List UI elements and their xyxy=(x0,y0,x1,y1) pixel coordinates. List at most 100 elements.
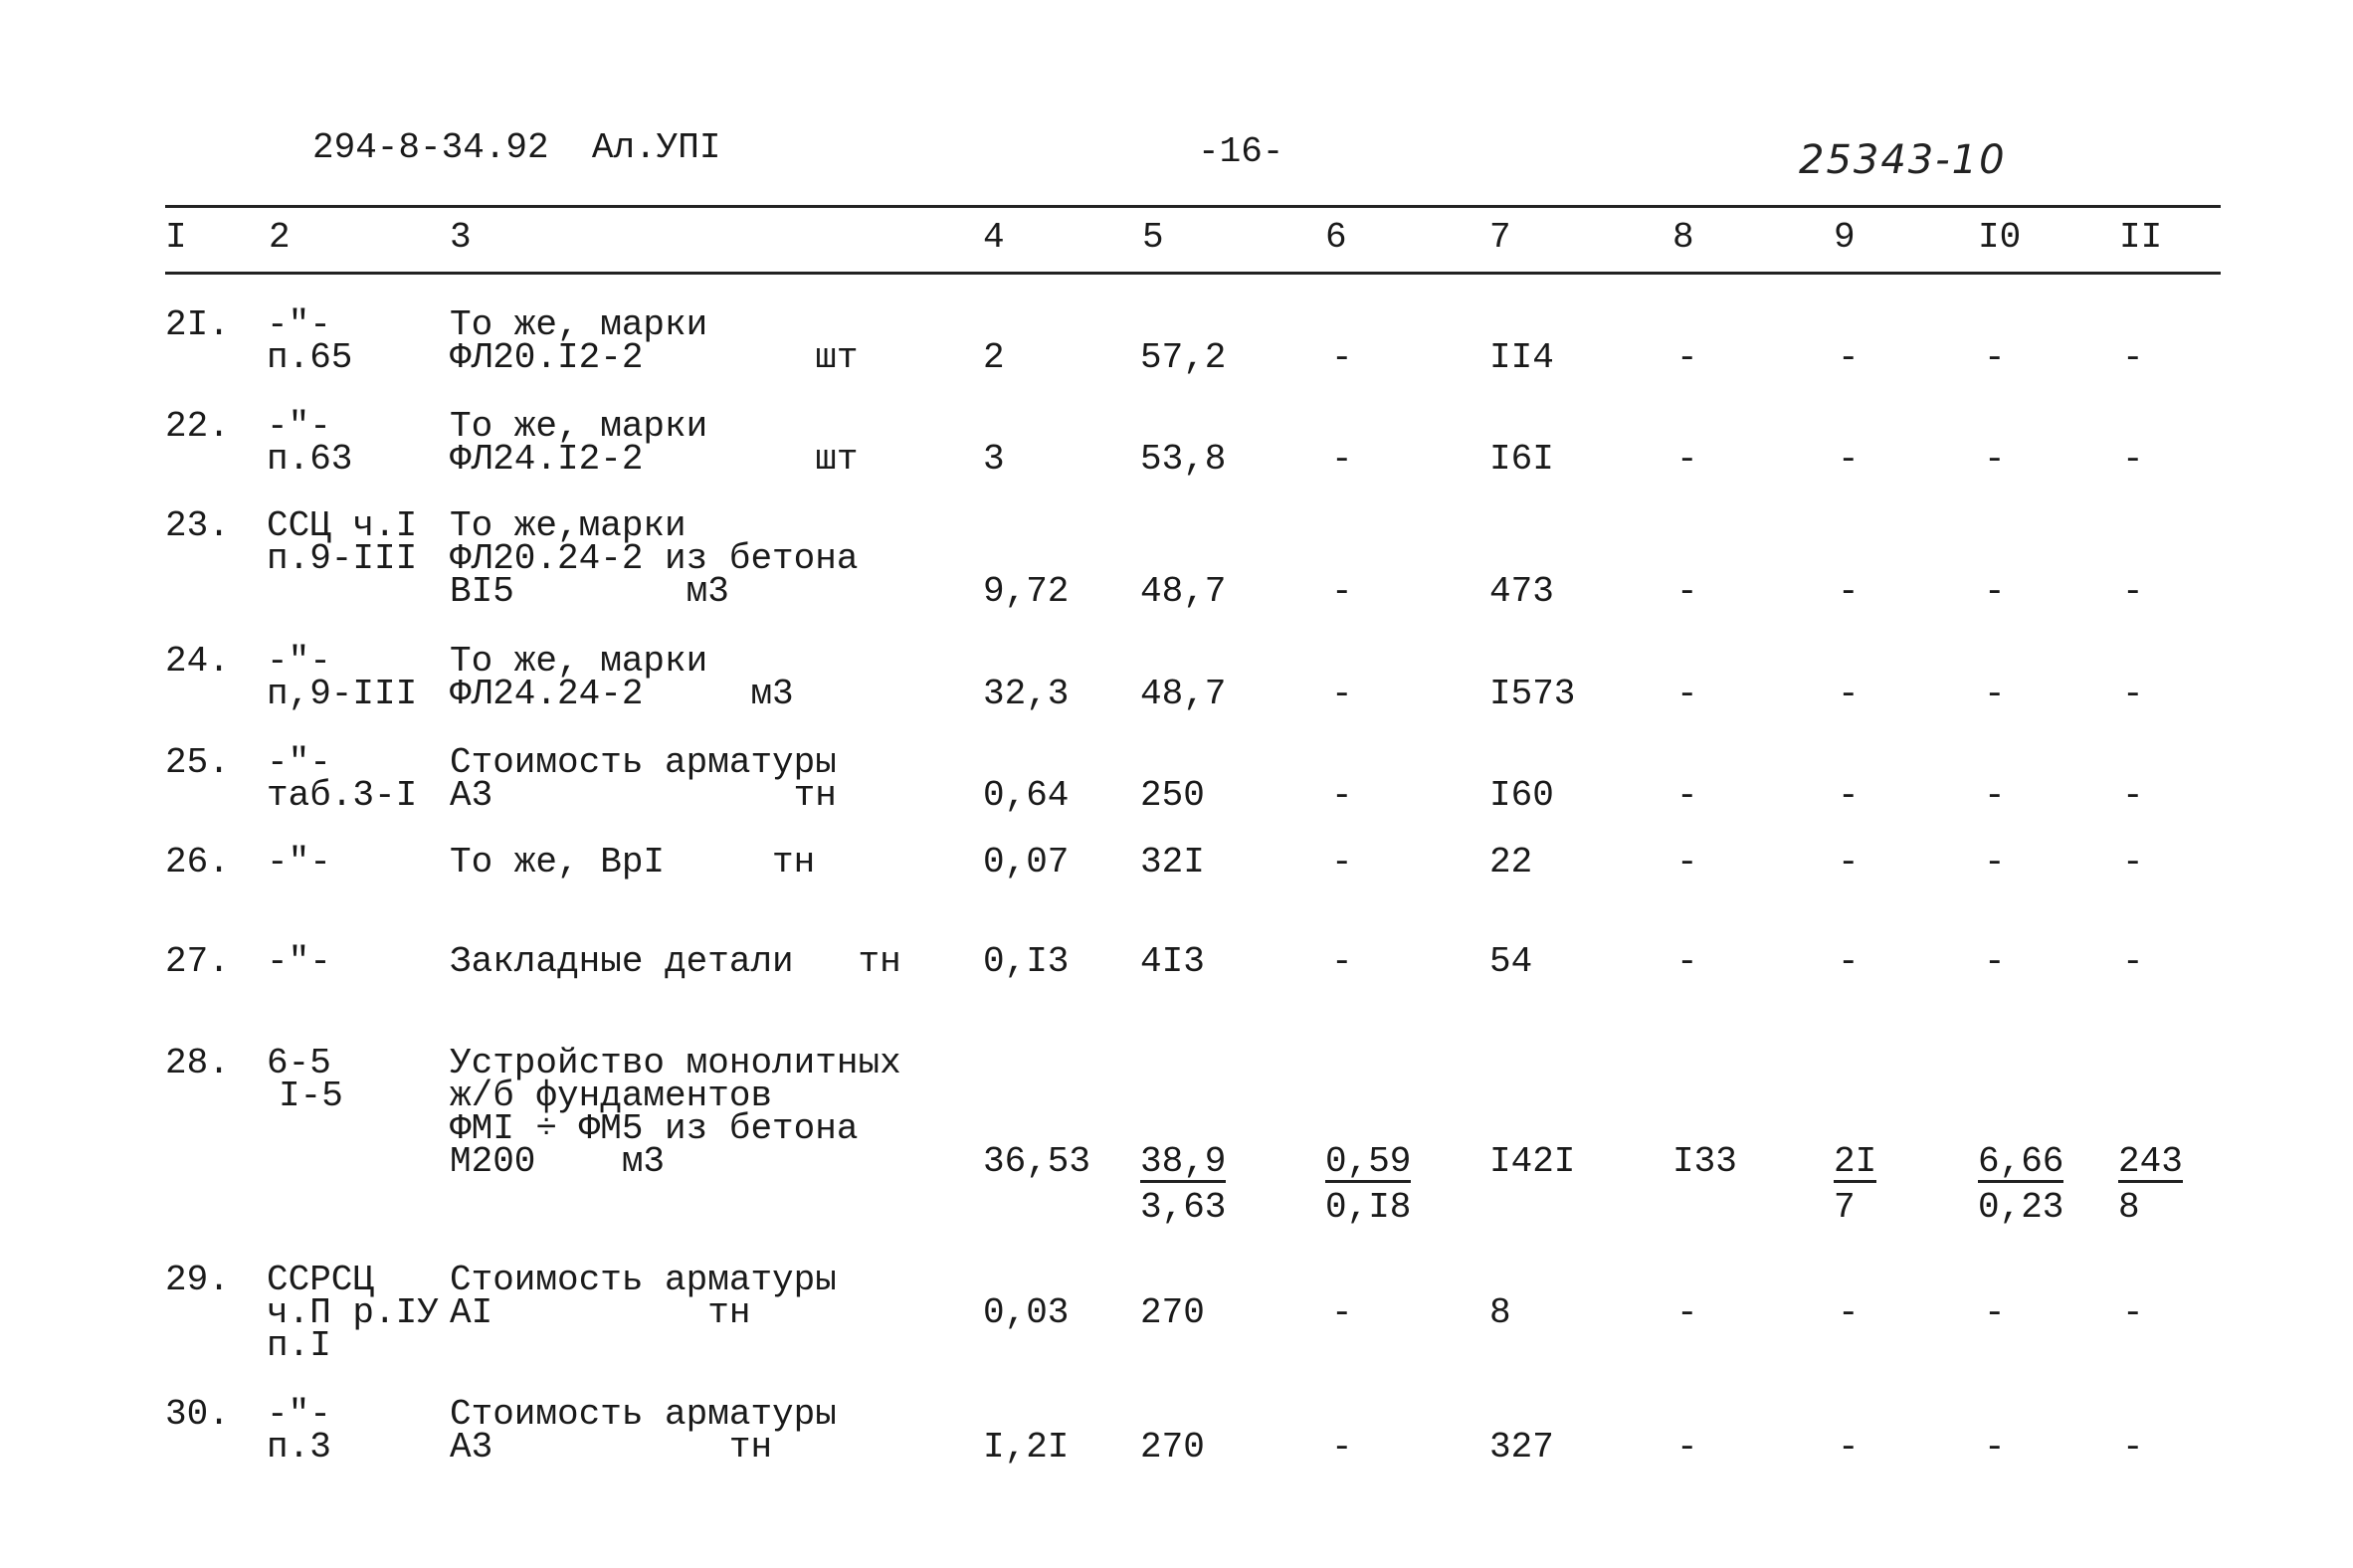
value-c10: - xyxy=(1984,775,2006,816)
value-c9: - xyxy=(1838,674,1860,714)
value-c9: - xyxy=(1838,775,1860,816)
value-c4: 0,64 xyxy=(983,775,1070,816)
reference-code: п.9-III xyxy=(267,538,418,579)
reference-code: -"- xyxy=(267,842,331,882)
value-c10: - xyxy=(1984,941,2006,982)
value-c4: 32,3 xyxy=(983,674,1070,714)
row-number: 30. xyxy=(165,1394,230,1435)
column-header-7: 7 xyxy=(1489,217,1511,258)
column-header-6: 6 xyxy=(1325,217,1347,258)
value-c5: 4I3 xyxy=(1140,941,1205,982)
fraction-denominator: 7 xyxy=(1834,1187,1856,1228)
value-c6: - xyxy=(1331,842,1353,882)
value-c9: - xyxy=(1838,1427,1860,1468)
fraction-denominator: 8 xyxy=(2118,1187,2140,1228)
column-header-5: 5 xyxy=(1142,217,1164,258)
reference-code: п.65 xyxy=(267,337,353,378)
column-header-11: II xyxy=(2119,217,2163,258)
value-c5: 53,8 xyxy=(1140,439,1227,480)
fraction-c9: 2I 7 xyxy=(1834,1141,1877,1228)
value-c7: I60 xyxy=(1489,775,1554,816)
value-c11: - xyxy=(2122,941,2144,982)
value-c5: 270 xyxy=(1140,1292,1205,1333)
column-header-3: 3 xyxy=(450,217,472,258)
value-c5: 57,2 xyxy=(1140,337,1227,378)
value-c8: - xyxy=(1676,842,1698,882)
value-c9: - xyxy=(1838,941,1860,982)
value-c7: 327 xyxy=(1489,1427,1554,1468)
value-c4: 2 xyxy=(983,337,1005,378)
description-line: М200 м3 xyxy=(450,1141,666,1182)
fraction-c5: 38,9 3,63 xyxy=(1140,1141,1227,1228)
description-line: АI тн xyxy=(450,1292,751,1333)
value-c8: - xyxy=(1676,571,1698,612)
reference-code: таб.3-I xyxy=(267,775,418,816)
value-c5: 250 xyxy=(1140,775,1205,816)
value-c6: - xyxy=(1331,674,1353,714)
value-c8: - xyxy=(1676,674,1698,714)
value-c8: - xyxy=(1676,1427,1698,1468)
value-c11: - xyxy=(2122,337,2144,378)
value-c8: - xyxy=(1676,439,1698,480)
value-c6: - xyxy=(1331,941,1353,982)
fraction-numerator: 38,9 xyxy=(1140,1141,1227,1183)
value-c5: 32I xyxy=(1140,842,1205,882)
value-c8: - xyxy=(1676,337,1698,378)
value-c7: 54 xyxy=(1489,941,1533,982)
value-c8: I33 xyxy=(1672,1141,1737,1182)
description-line: А3 тн xyxy=(450,1427,773,1468)
value-c10: - xyxy=(1984,1292,2006,1333)
value-c11: - xyxy=(2122,439,2144,480)
value-c9: - xyxy=(1838,439,1860,480)
value-c9: - xyxy=(1838,571,1860,612)
value-c10: - xyxy=(1984,1427,2006,1468)
description-line: ФЛ24.I2-2 шт xyxy=(450,439,859,480)
value-c7: 473 xyxy=(1489,571,1554,612)
value-c10: - xyxy=(1984,571,2006,612)
value-c4: I,2I xyxy=(983,1427,1070,1468)
row-number: 25. xyxy=(165,742,230,783)
column-header-2: 2 xyxy=(269,217,291,258)
value-c7: I42I xyxy=(1489,1141,1576,1182)
description-line: А3 тн xyxy=(450,775,837,816)
description-line: BI5 м3 xyxy=(450,571,729,612)
value-c6: - xyxy=(1331,337,1353,378)
fraction-c11: 243 8 xyxy=(2118,1141,2183,1228)
value-c6: - xyxy=(1331,775,1353,816)
value-c7: II4 xyxy=(1489,337,1554,378)
value-c4: 36,53 xyxy=(983,1141,1091,1182)
value-c9: - xyxy=(1838,1292,1860,1333)
value-c8: - xyxy=(1676,775,1698,816)
value-c6: - xyxy=(1331,571,1353,612)
value-c4: 0,I3 xyxy=(983,941,1070,982)
document-code: 294-8-34.92 Ал.УПI xyxy=(312,127,721,168)
fraction-numerator: 6,66 xyxy=(1978,1141,2064,1183)
value-c6: - xyxy=(1331,439,1353,480)
value-c11: - xyxy=(2122,1427,2144,1468)
reference-code: п,9-III xyxy=(267,674,418,714)
row-number: 27. xyxy=(165,941,230,982)
value-c10: - xyxy=(1984,337,2006,378)
reference-code: I-5 xyxy=(279,1076,343,1116)
column-header-9: 9 xyxy=(1834,217,1856,258)
column-header-1: I xyxy=(165,217,187,258)
value-c8: - xyxy=(1676,941,1698,982)
value-c11: - xyxy=(2122,775,2144,816)
column-header-8: 8 xyxy=(1672,217,1694,258)
fraction-c10: 6,66 0,23 xyxy=(1978,1141,2064,1226)
value-c7: I6I xyxy=(1489,439,1554,480)
fraction-denominator: 0,I8 xyxy=(1325,1187,1412,1228)
description-line: То же, ВрI тн xyxy=(450,842,816,882)
value-c6: - xyxy=(1331,1292,1353,1333)
row-number: 24. xyxy=(165,641,230,682)
fraction-numerator: 243 xyxy=(2118,1141,2183,1183)
value-c6: - xyxy=(1331,1427,1353,1468)
description-line: ФЛ20.I2-2 шт xyxy=(450,337,859,378)
value-c4: 0,03 xyxy=(983,1292,1070,1333)
fraction-c6: 0,59 0,I8 xyxy=(1325,1144,1412,1228)
row-number: 2I. xyxy=(165,304,230,345)
fraction-numerator: 2I xyxy=(1834,1141,1877,1183)
fraction-denominator: 3,63 xyxy=(1140,1187,1227,1228)
value-c4: 9,72 xyxy=(983,571,1070,612)
value-c7: 22 xyxy=(1489,842,1533,882)
